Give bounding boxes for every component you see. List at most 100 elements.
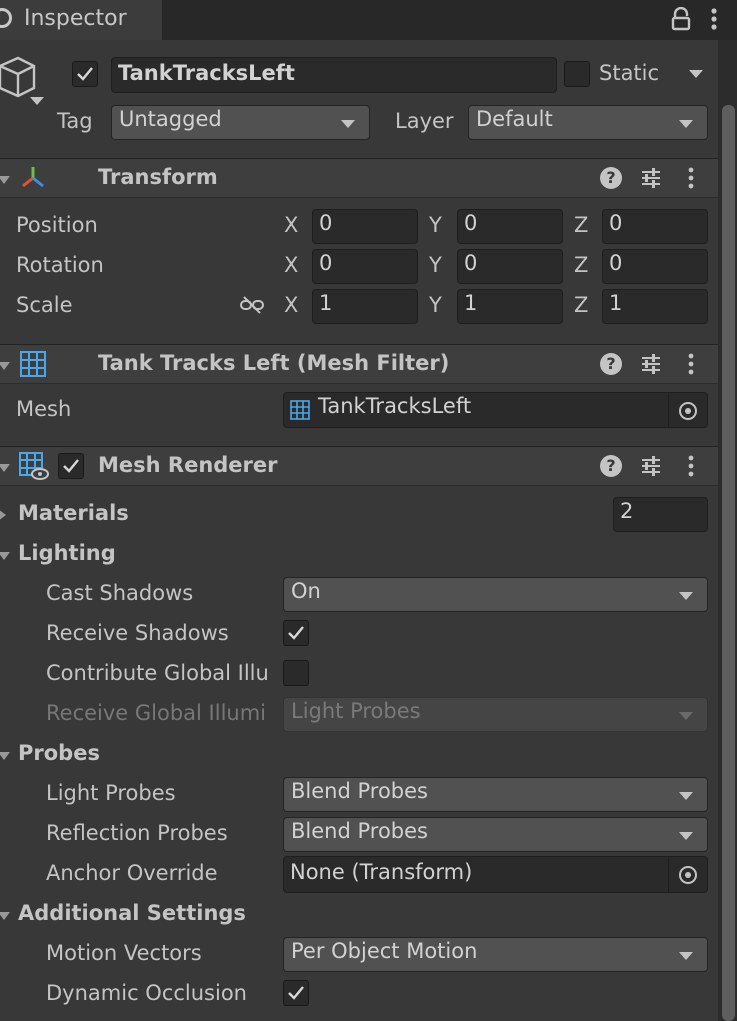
static-dropdown-icon[interactable]	[689, 70, 703, 78]
field-value: 0	[609, 251, 623, 275]
foldout-arrow-icon[interactable]	[0, 362, 10, 370]
materials-size-field[interactable]: 2	[613, 497, 708, 532]
mesh-value: TankTracksLeft	[318, 394, 472, 418]
motion-vectors-value: Per Object Motion	[291, 939, 478, 963]
mesh-filter-title: Tank Tracks Left (Mesh Filter)	[98, 351, 450, 375]
presets-icon[interactable]	[640, 455, 662, 477]
rotation-x-field[interactable]: 0	[312, 249, 418, 284]
checkmark-icon	[77, 67, 93, 81]
light-probes-dropdown[interactable]: Blend Probes	[283, 777, 708, 812]
inspector-icon	[0, 8, 12, 28]
contribute-gi-label: Contribute Global Illu	[46, 661, 269, 685]
mesh-filter-icon	[20, 351, 46, 377]
anchor-override-label: Anchor Override	[46, 861, 218, 885]
scale-z-field[interactable]: 1	[602, 289, 708, 324]
receive-shadows-label: Receive Shadows	[46, 621, 229, 645]
object-name-text: TankTracksLeft	[118, 61, 295, 85]
scrollbar-thumb[interactable]	[722, 105, 735, 1021]
renderer-enabled-checkbox[interactable]	[58, 453, 84, 479]
checkmark-icon	[288, 986, 304, 1000]
receive-shadows-checkbox[interactable]	[283, 620, 309, 646]
field-value: 0	[464, 211, 478, 235]
chevron-down-icon	[341, 120, 355, 128]
presets-icon[interactable]	[640, 353, 662, 375]
icon-picker-dropdown-icon[interactable]	[30, 97, 44, 105]
axis-y-label: Y	[429, 253, 442, 277]
reflection-probes-value: Blend Probes	[291, 819, 428, 843]
static-checkbox[interactable]	[564, 61, 590, 87]
dynamic-occlusion-checkbox[interactable]	[283, 980, 309, 1006]
reflection-probes-dropdown[interactable]: Blend Probes	[283, 817, 708, 852]
axis-x-label: X	[284, 213, 299, 237]
rotation-y-field[interactable]: 0	[457, 249, 563, 284]
transform-title: Transform	[98, 165, 218, 189]
light-probes-value: Blend Probes	[291, 779, 428, 803]
chevron-down-icon	[679, 712, 693, 720]
position-y-field[interactable]: 0	[457, 209, 563, 244]
foldout-arrow-icon[interactable]	[0, 464, 10, 472]
mesh-renderer-icon	[19, 452, 49, 480]
layer-value: Default	[476, 107, 553, 131]
materials-label[interactable]: Materials	[18, 501, 129, 525]
kebab-menu-icon[interactable]	[705, 6, 723, 34]
scale-x-field[interactable]: 1	[312, 289, 418, 324]
motion-vectors-dropdown[interactable]: Per Object Motion	[283, 937, 708, 972]
object-picker-button[interactable]	[668, 393, 707, 427]
help-icon[interactable]: ?	[600, 455, 622, 477]
presets-icon[interactable]	[640, 167, 662, 189]
unlinked-scale-icon[interactable]	[240, 296, 264, 314]
probes-label[interactable]: Probes	[18, 741, 100, 765]
object-name-field[interactable]: TankTracksLeft	[111, 57, 557, 93]
field-value: 1	[609, 291, 623, 315]
chevron-down-icon	[679, 792, 693, 800]
anchor-override-value: None (Transform)	[290, 860, 473, 884]
component-menu-icon[interactable]	[682, 453, 700, 481]
additional-settings-foldout-icon[interactable]	[0, 912, 10, 920]
static-label: Static	[599, 61, 660, 85]
foldout-arrow-icon[interactable]	[0, 176, 10, 184]
field-value: 1	[319, 291, 333, 315]
anchor-override-field[interactable]: None (Transform)	[283, 856, 708, 893]
position-z-field[interactable]: 0	[602, 209, 708, 244]
object-picker-button[interactable]	[668, 857, 707, 892]
help-icon[interactable]: ?	[600, 167, 622, 189]
transform-icon	[22, 167, 44, 188]
position-x-field[interactable]: 0	[312, 209, 418, 244]
field-value: 0	[609, 211, 623, 235]
cast-shadows-label: Cast Shadows	[46, 581, 194, 605]
probes-foldout-icon[interactable]	[0, 752, 10, 760]
tag-label: Tag	[57, 109, 93, 133]
layer-label: Layer	[395, 109, 454, 133]
light-probes-label: Light Probes	[46, 781, 176, 805]
tab-title: Inspector	[24, 6, 127, 31]
rotation-z-field[interactable]: 0	[602, 249, 708, 284]
component-menu-icon[interactable]	[682, 351, 700, 379]
field-value: 0	[319, 211, 333, 235]
field-value: 0	[319, 251, 333, 275]
active-checkbox[interactable]	[72, 61, 98, 87]
lighting-label[interactable]: Lighting	[18, 541, 116, 565]
field-value: 1	[464, 291, 478, 315]
chevron-down-icon	[679, 952, 693, 960]
chevron-down-icon	[679, 592, 693, 600]
materials-foldout-icon[interactable]	[0, 509, 6, 521]
component-menu-icon[interactable]	[682, 165, 700, 193]
layer-dropdown[interactable]: Default	[468, 105, 708, 140]
target-icon	[679, 866, 697, 884]
additional-settings-label[interactable]: Additional Settings	[18, 901, 246, 925]
checkmark-icon	[288, 626, 304, 640]
lighting-foldout-icon[interactable]	[0, 552, 10, 560]
contribute-gi-checkbox[interactable]	[283, 660, 309, 686]
axis-y-label: Y	[429, 293, 442, 317]
cast-shadows-dropdown[interactable]: On	[283, 577, 708, 612]
help-icon[interactable]: ?	[600, 353, 622, 375]
lock-icon[interactable]	[670, 7, 692, 31]
reflection-probes-label: Reflection Probes	[46, 821, 228, 845]
scale-y-field[interactable]: 1	[457, 289, 563, 324]
mesh-object-field[interactable]: TankTracksLeft	[283, 392, 708, 428]
mesh-icon	[290, 400, 310, 420]
inspector-tab[interactable]: Inspector	[0, 0, 163, 40]
chevron-down-icon	[679, 832, 693, 840]
tag-dropdown[interactable]: Untagged	[111, 105, 370, 140]
target-icon	[679, 402, 697, 420]
